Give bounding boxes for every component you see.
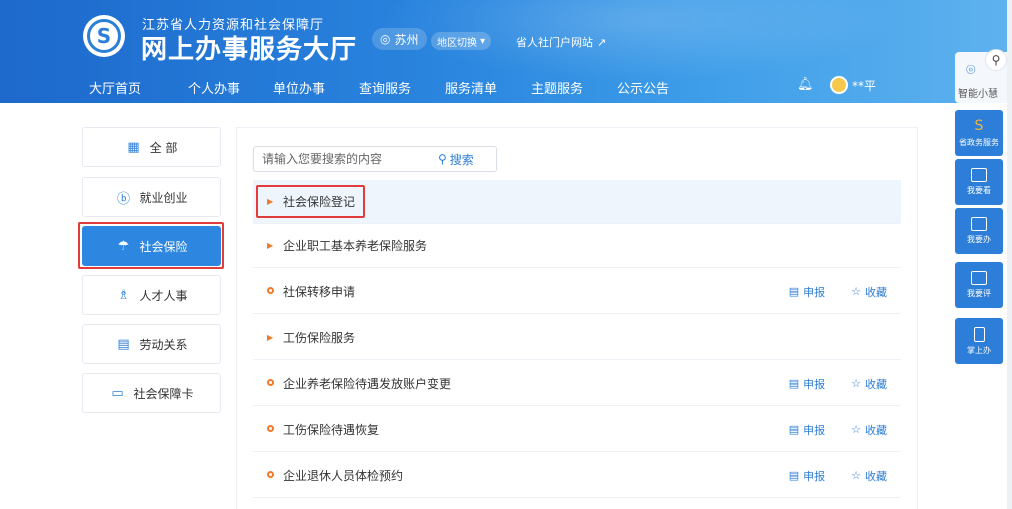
service-row-work-injury[interactable]: ▶ 工伤保险服务 [253, 316, 901, 360]
star-icon: ☆ [851, 285, 861, 298]
nav-notice[interactable]: 公示公告 [617, 78, 669, 97]
search-box: ⚲ 搜索 [253, 146, 497, 172]
document-icon: ▤ [117, 336, 130, 352]
star-icon: ☆ [851, 377, 861, 390]
circle-marker-icon [267, 379, 274, 386]
apply-button[interactable]: ▤ 申报 [789, 376, 825, 392]
location-pin-icon: ◎ [380, 32, 391, 46]
sidebar-item-social-card[interactable]: ▭ 社会保障卡 [82, 373, 221, 413]
portal-link[interactable]: 省人社门户网站 ↗ [516, 34, 606, 50]
sidebar-item-employment[interactable]: ⓑ 就业创业 [82, 177, 221, 217]
form-icon: ▤ [788, 469, 800, 482]
service-row-account-change[interactable]: 企业养老保险待遇发放账户变更 ▤ 申报 ☆ 收藏 [253, 362, 901, 406]
nav-home[interactable]: 大厅首页 [89, 78, 141, 97]
gov-service-logo-icon: S [974, 118, 984, 134]
apply-button[interactable]: ▤ 申报 [789, 284, 825, 300]
star-icon: ☆ [851, 423, 861, 436]
people-icon: ♗ [117, 287, 130, 303]
nav-theme[interactable]: 主题服务 [531, 78, 583, 97]
form-icon: ▤ [788, 423, 800, 436]
apply-button[interactable]: ▤ 申报 [789, 422, 825, 438]
avatar[interactable] [830, 76, 848, 94]
search-icon: ⚲ [438, 152, 447, 166]
rail-mobile[interactable]: 掌上办 [955, 318, 1003, 364]
search-icon[interactable]: ⚲ [985, 49, 1007, 71]
circle-marker-icon [267, 425, 274, 432]
nav-service-list[interactable]: 服务清单 [445, 78, 497, 97]
service-row-retiree-checkup[interactable]: 企业退休人员体检预约 ▤ 申报 ☆ 收藏 [253, 454, 901, 498]
favorite-button[interactable]: ☆ 收藏 [851, 468, 887, 484]
bell-icon[interactable]: 🔔︎ [797, 77, 814, 92]
monitor-icon [971, 217, 987, 231]
favorite-button[interactable]: ☆ 收藏 [851, 284, 887, 300]
phone-icon [973, 326, 985, 342]
form-icon: ▤ [788, 377, 800, 390]
service-row-pension-service[interactable]: ▶ 企业职工基本养老保险服务 [253, 224, 901, 268]
assistant-label: 智能小慧 [958, 89, 998, 100]
circle-marker-icon [267, 287, 274, 294]
user-name[interactable]: **平 [852, 77, 876, 94]
star-icon: ☆ [851, 469, 861, 482]
employment-icon: ⓑ [116, 191, 130, 207]
favorite-button[interactable]: ☆ 收藏 [851, 376, 887, 392]
card-icon: ▭ [111, 385, 124, 401]
scrollbar[interactable] [1007, 0, 1012, 509]
search-input[interactable] [254, 147, 438, 171]
service-row-transfer[interactable]: 社保转移申请 ▤ 申报 ☆ 收藏 [253, 270, 901, 314]
rail-handle[interactable]: 我要办 [955, 208, 1003, 254]
city-label: 苏州 [394, 32, 419, 47]
nav-personal[interactable]: 个人办事 [188, 78, 241, 106]
search-button[interactable]: ⚲ 搜索 [438, 151, 474, 168]
highlight-box-row [256, 185, 365, 218]
rail-view[interactable]: 我要看 [955, 159, 1003, 205]
rail-gov-service[interactable]: S 省政务服务 [955, 110, 1003, 156]
city-selector[interactable]: ◎ 苏州 [372, 28, 427, 50]
form-icon: ▤ [788, 285, 800, 298]
hrss-logo-icon[interactable]: S [83, 15, 125, 57]
triangle-right-icon: ▶ [267, 333, 274, 342]
nav-query[interactable]: 查询服务 [359, 78, 411, 97]
assistant-avatar-icon: ⌾ [966, 60, 976, 79]
sidebar-item-talent[interactable]: ♗ 人才人事 [82, 275, 221, 315]
book-icon [971, 168, 987, 182]
edit-icon [971, 271, 987, 285]
sidebar-item-all[interactable]: ▦ 全 部 [82, 127, 221, 167]
circle-marker-icon [267, 471, 274, 478]
region-switch-button[interactable]: 地区切换 ▾ [431, 32, 492, 50]
nav-company[interactable]: 单位办事 [273, 78, 325, 97]
caret-down-icon: ▾ [477, 35, 486, 47]
service-row-injury-restore[interactable]: 工伤保险待遇恢复 ▤ 申报 ☆ 收藏 [253, 408, 901, 452]
site-title[interactable]: 网上办事服务大厅 [141, 29, 357, 66]
sidebar-item-labor-relations[interactable]: ▤ 劳动关系 [82, 324, 221, 364]
rail-evaluate[interactable]: 我要评 [955, 262, 1003, 308]
triangle-right-icon: ▶ [267, 241, 274, 250]
highlight-box-sidebar [78, 222, 224, 269]
favorite-button[interactable]: ☆ 收藏 [851, 422, 887, 438]
apply-button[interactable]: ▤ 申报 [789, 468, 825, 484]
grid-icon: ▦ [127, 139, 140, 155]
external-link-icon: ↗ [597, 35, 607, 49]
